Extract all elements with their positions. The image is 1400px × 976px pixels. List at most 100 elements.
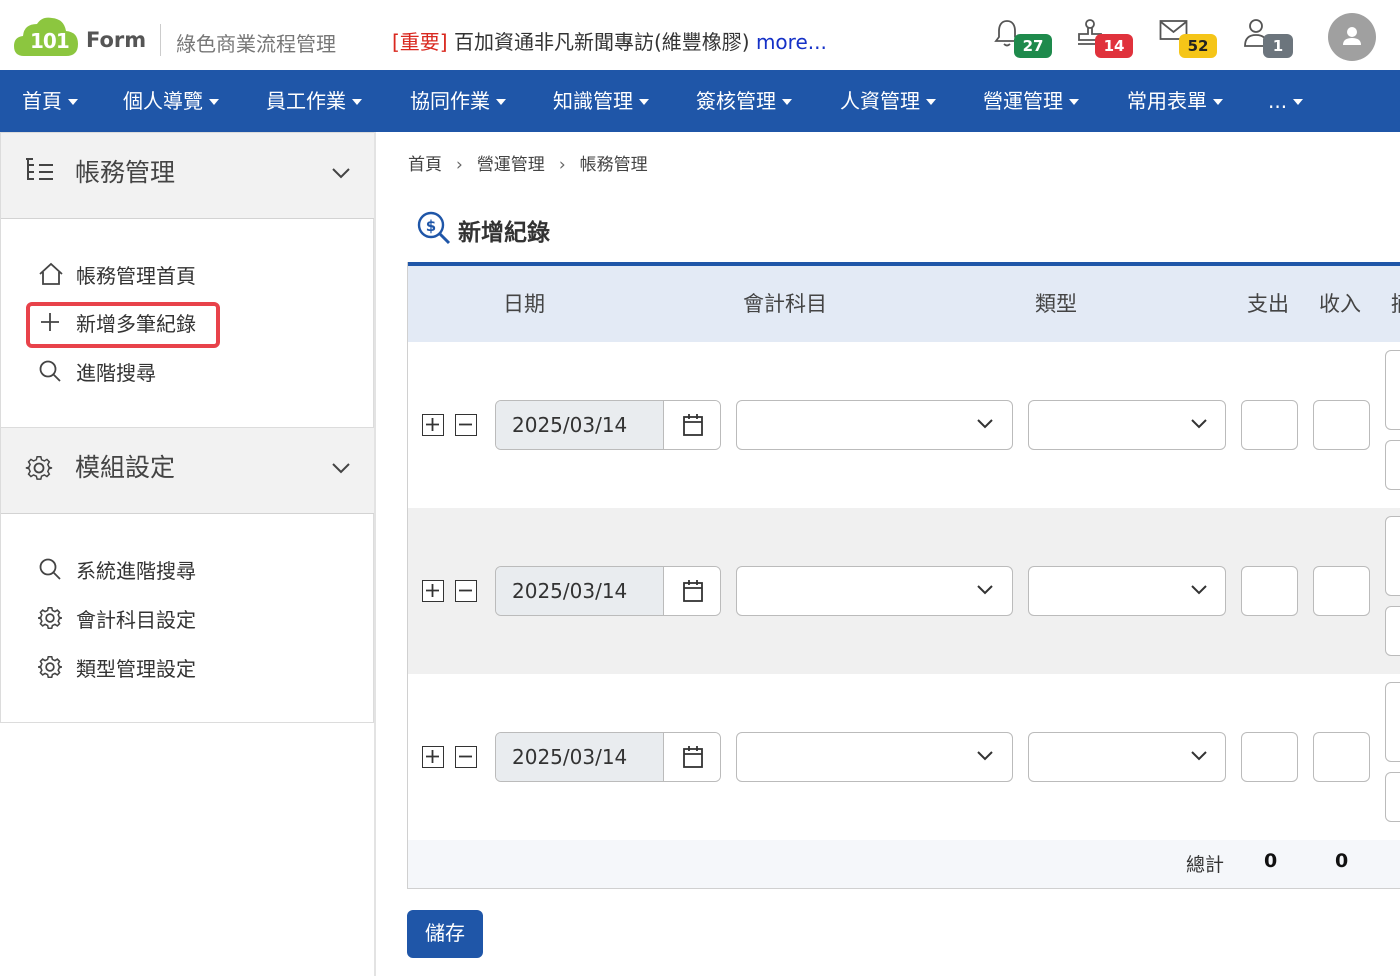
nav-item-more[interactable]: ... [1268, 70, 1304, 132]
search-icon [39, 558, 61, 580]
search-icon [39, 360, 61, 382]
column-header-type: 類型 [1035, 292, 1077, 316]
column-header-account: 會計科目 [743, 292, 827, 316]
chevron-down-icon [977, 751, 993, 761]
type-select[interactable] [1028, 400, 1226, 450]
nav-label: 協同作業 [410, 89, 490, 113]
caret-down-icon [1293, 98, 1304, 105]
minus-icon [459, 423, 472, 426]
account-select[interactable] [736, 400, 1013, 450]
save-button[interactable]: 儲存 [407, 910, 483, 958]
table-header: 日期 會計科目 類型 支出 收入 摘 [408, 262, 1400, 342]
expense-input[interactable] [1241, 732, 1298, 782]
summary-textarea[interactable] [1385, 350, 1400, 430]
sidebar-section-header[interactable]: 帳務管理 [1, 133, 375, 219]
news-more-link[interactable]: more... [756, 30, 827, 54]
remove-row-button[interactable] [455, 414, 477, 436]
nav-item-forms[interactable]: 常用表單 [1127, 70, 1223, 132]
summary-textarea[interactable] [1385, 516, 1400, 596]
sidebar-link-label: 帳務管理首頁 [76, 264, 196, 288]
chevron-down-icon [1191, 751, 1207, 761]
nav-item-employee[interactable]: 員工作業 [266, 70, 362, 132]
top-header: 101 Form 綠色商業流程管理 [重要] 百加資通非凡新聞專訪(維豐橡膠) … [0, 0, 1400, 70]
records-table: 日期 會計科目 類型 支出 收入 摘 [407, 262, 1400, 889]
page-title: 新增紀錄 [458, 220, 550, 246]
sidebar-section-title: 模組設定 [75, 453, 176, 482]
row-extra-input[interactable] [1385, 606, 1400, 656]
nav-item-personal[interactable]: 個人導覽 [123, 70, 219, 132]
account-select[interactable] [736, 566, 1013, 616]
date-picker [495, 566, 721, 616]
date-picker [495, 732, 721, 782]
chevron-down-icon [1191, 419, 1207, 429]
minus-icon [459, 589, 472, 592]
home-icon [39, 262, 63, 285]
messages-badge: 52 [1179, 34, 1217, 58]
nav-item-knowledge[interactable]: 知識管理 [553, 70, 649, 132]
avatar[interactable] [1328, 13, 1376, 61]
sidebar-section-header[interactable]: 模組設定 [1, 428, 375, 514]
add-row-button[interactable] [422, 746, 444, 768]
notifications-button[interactable]: 27 [994, 18, 1052, 62]
sidebar-link-label: 會計科目設定 [76, 608, 196, 632]
nav-label: 員工作業 [266, 89, 346, 113]
type-select[interactable] [1028, 732, 1226, 782]
income-input[interactable] [1313, 566, 1370, 616]
chevron-down-icon [332, 463, 350, 474]
add-row-button[interactable] [422, 414, 444, 436]
nav-item-approval[interactable]: 簽核管理 [696, 70, 792, 132]
caret-down-icon [639, 98, 649, 105]
summary-textarea[interactable] [1385, 682, 1400, 762]
row-extra-input[interactable] [1385, 772, 1400, 822]
news-text[interactable]: 百加資通非凡新聞專訪(維豐橡膠) [448, 30, 756, 54]
account-select[interactable] [736, 732, 1013, 782]
date-input[interactable] [496, 401, 664, 449]
nav-item-collab[interactable]: 協同作業 [410, 70, 506, 132]
expense-input[interactable] [1241, 400, 1298, 450]
breadcrumb-operations[interactable]: 營運管理 [477, 155, 545, 175]
main-nav: 首頁 個人導覽 員工作業 協同作業 知識管理 簽核管理 人資管理 營運管理 常用… [0, 70, 1400, 132]
breadcrumb-home[interactable]: 首頁 [408, 155, 442, 175]
date-picker [495, 400, 721, 450]
caret-down-icon [68, 98, 78, 105]
approvals-button[interactable]: 14 [1075, 18, 1133, 62]
caret-down-icon [496, 98, 506, 105]
tree-list-icon [26, 158, 53, 180]
column-header-date: 日期 [503, 292, 545, 316]
income-input[interactable] [1313, 732, 1370, 782]
date-input[interactable] [496, 567, 664, 615]
type-select[interactable] [1028, 566, 1226, 616]
total-label: 總計 [1186, 854, 1225, 876]
svg-text:$: $ [426, 217, 436, 235]
income-input[interactable] [1313, 400, 1370, 450]
column-header-expense: 支出 [1247, 292, 1289, 316]
app-subtitle: 綠色商業流程管理 [176, 32, 336, 56]
calendar-button[interactable] [664, 733, 720, 781]
calendar-icon [683, 746, 703, 768]
nav-item-hr[interactable]: 人資管理 [840, 70, 936, 132]
calendar-button[interactable] [664, 567, 720, 615]
nav-item-operations[interactable]: 營運管理 [983, 70, 1079, 132]
remove-row-button[interactable] [455, 580, 477, 602]
date-input[interactable] [496, 733, 664, 781]
calendar-button[interactable] [664, 401, 720, 449]
active-link-highlight [26, 302, 220, 348]
row-extra-input[interactable] [1385, 440, 1400, 490]
chevron-right-icon: › [558, 155, 566, 175]
total-income: 0 [1335, 850, 1349, 872]
minus-icon [459, 755, 472, 758]
add-row-button[interactable] [422, 580, 444, 602]
nav-item-home[interactable]: 首頁 [22, 70, 78, 132]
chevron-down-icon [1191, 585, 1207, 595]
plus-icon [426, 584, 439, 597]
messages-button[interactable]: 52 [1159, 18, 1217, 62]
table-footer: 總計 0 0 [408, 840, 1400, 888]
news-ticker: [重要] 百加資通非凡新聞專訪(維豐橡膠) more... [392, 26, 827, 55]
sidebar-link-label: 系統進階搜尋 [76, 559, 196, 583]
expense-input[interactable] [1241, 566, 1298, 616]
chevron-right-icon: › [456, 155, 463, 175]
column-header-summary: 摘 [1391, 288, 1400, 318]
app-logo[interactable]: 101 Form [14, 16, 152, 60]
users-button[interactable]: 1 [1243, 18, 1293, 62]
remove-row-button[interactable] [455, 746, 477, 768]
